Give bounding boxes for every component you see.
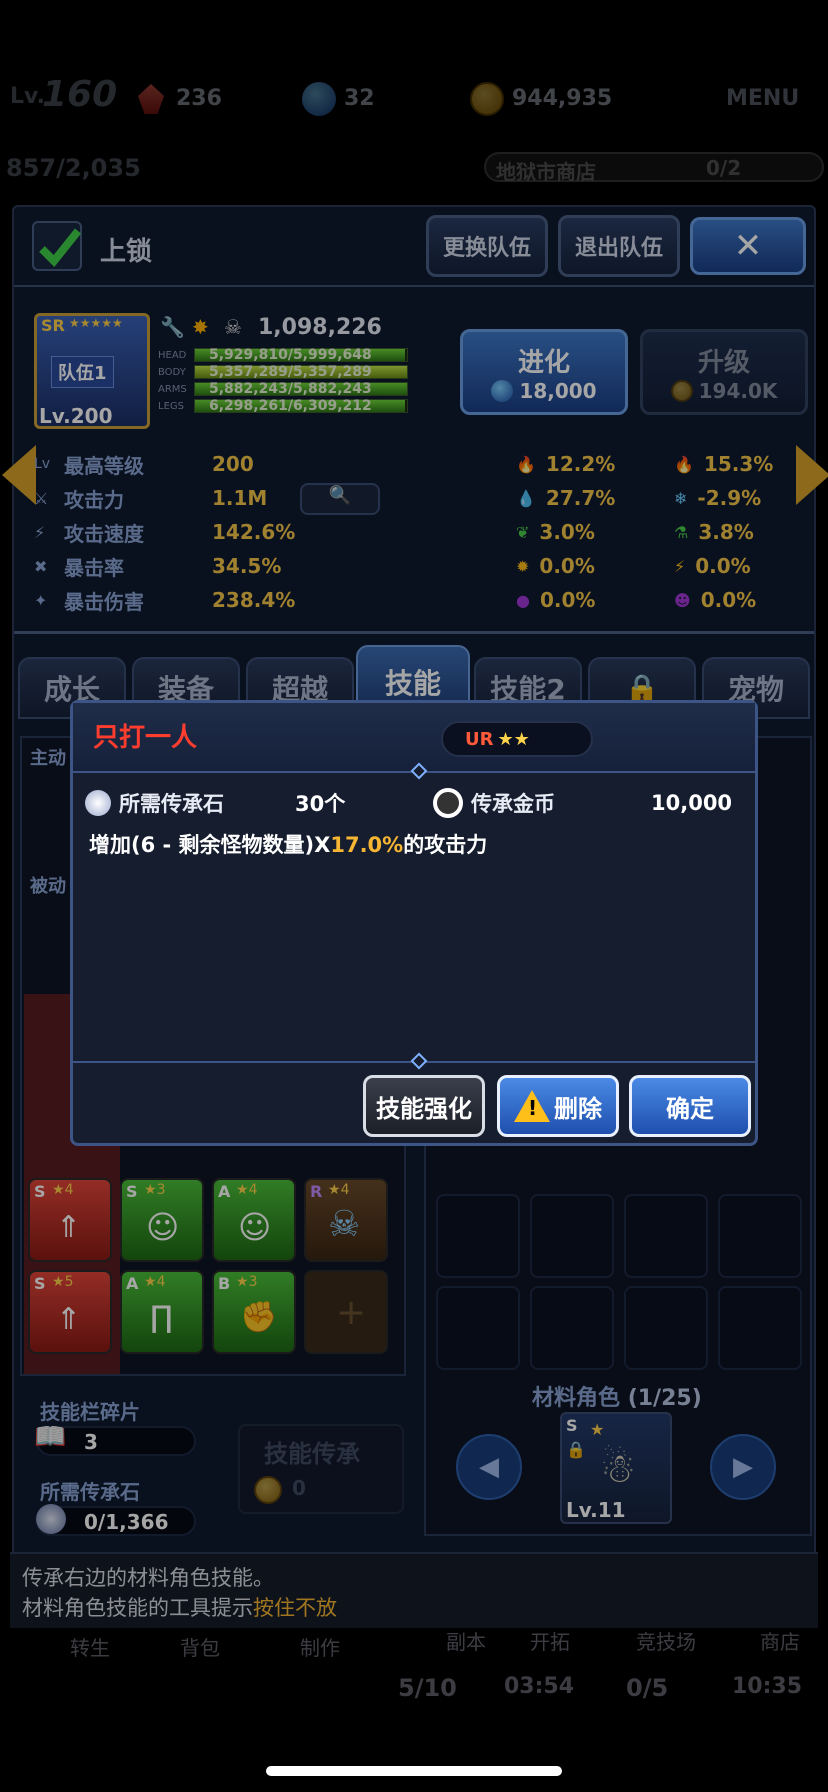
home-indicator[interactable] <box>266 1766 562 1776</box>
enhance-skill-button[interactable]: 技能强化 <box>363 1075 485 1137</box>
warning-icon: ! <box>514 1090 550 1122</box>
skill-title: 只打一人 <box>93 723 198 753</box>
coin-label: 传承金币 <box>471 792 555 816</box>
coin-value: 10,000 <box>651 791 733 815</box>
divider-diamond-icon <box>410 1052 428 1070</box>
modal-header: 只打一人 UR ★★ <box>73 703 755 773</box>
stone-label: 所需传承石 <box>119 792 224 816</box>
skill-description: 增加(6 - 剩余怪物数量)X17.0%的攻击力 <box>89 833 488 857</box>
skill-detail-modal: 只打一人 UR ★★ 所需传承石 30个 传承金币 10,000 增加(6 - … <box>70 700 758 1146</box>
cost-row: 所需传承石 30个 传承金币 10,000 <box>85 785 745 821</box>
confirm-button[interactable]: 确定 <box>629 1075 751 1137</box>
skill-grade-badge: UR ★★ <box>441 721 593 757</box>
star-icon: ★★ <box>497 728 530 750</box>
inherit-coin-icon <box>433 788 463 818</box>
stone-value: 30个 <box>295 792 346 816</box>
inherit-stone-icon <box>85 790 111 816</box>
delete-skill-button[interactable]: ! 删除 <box>497 1075 619 1137</box>
